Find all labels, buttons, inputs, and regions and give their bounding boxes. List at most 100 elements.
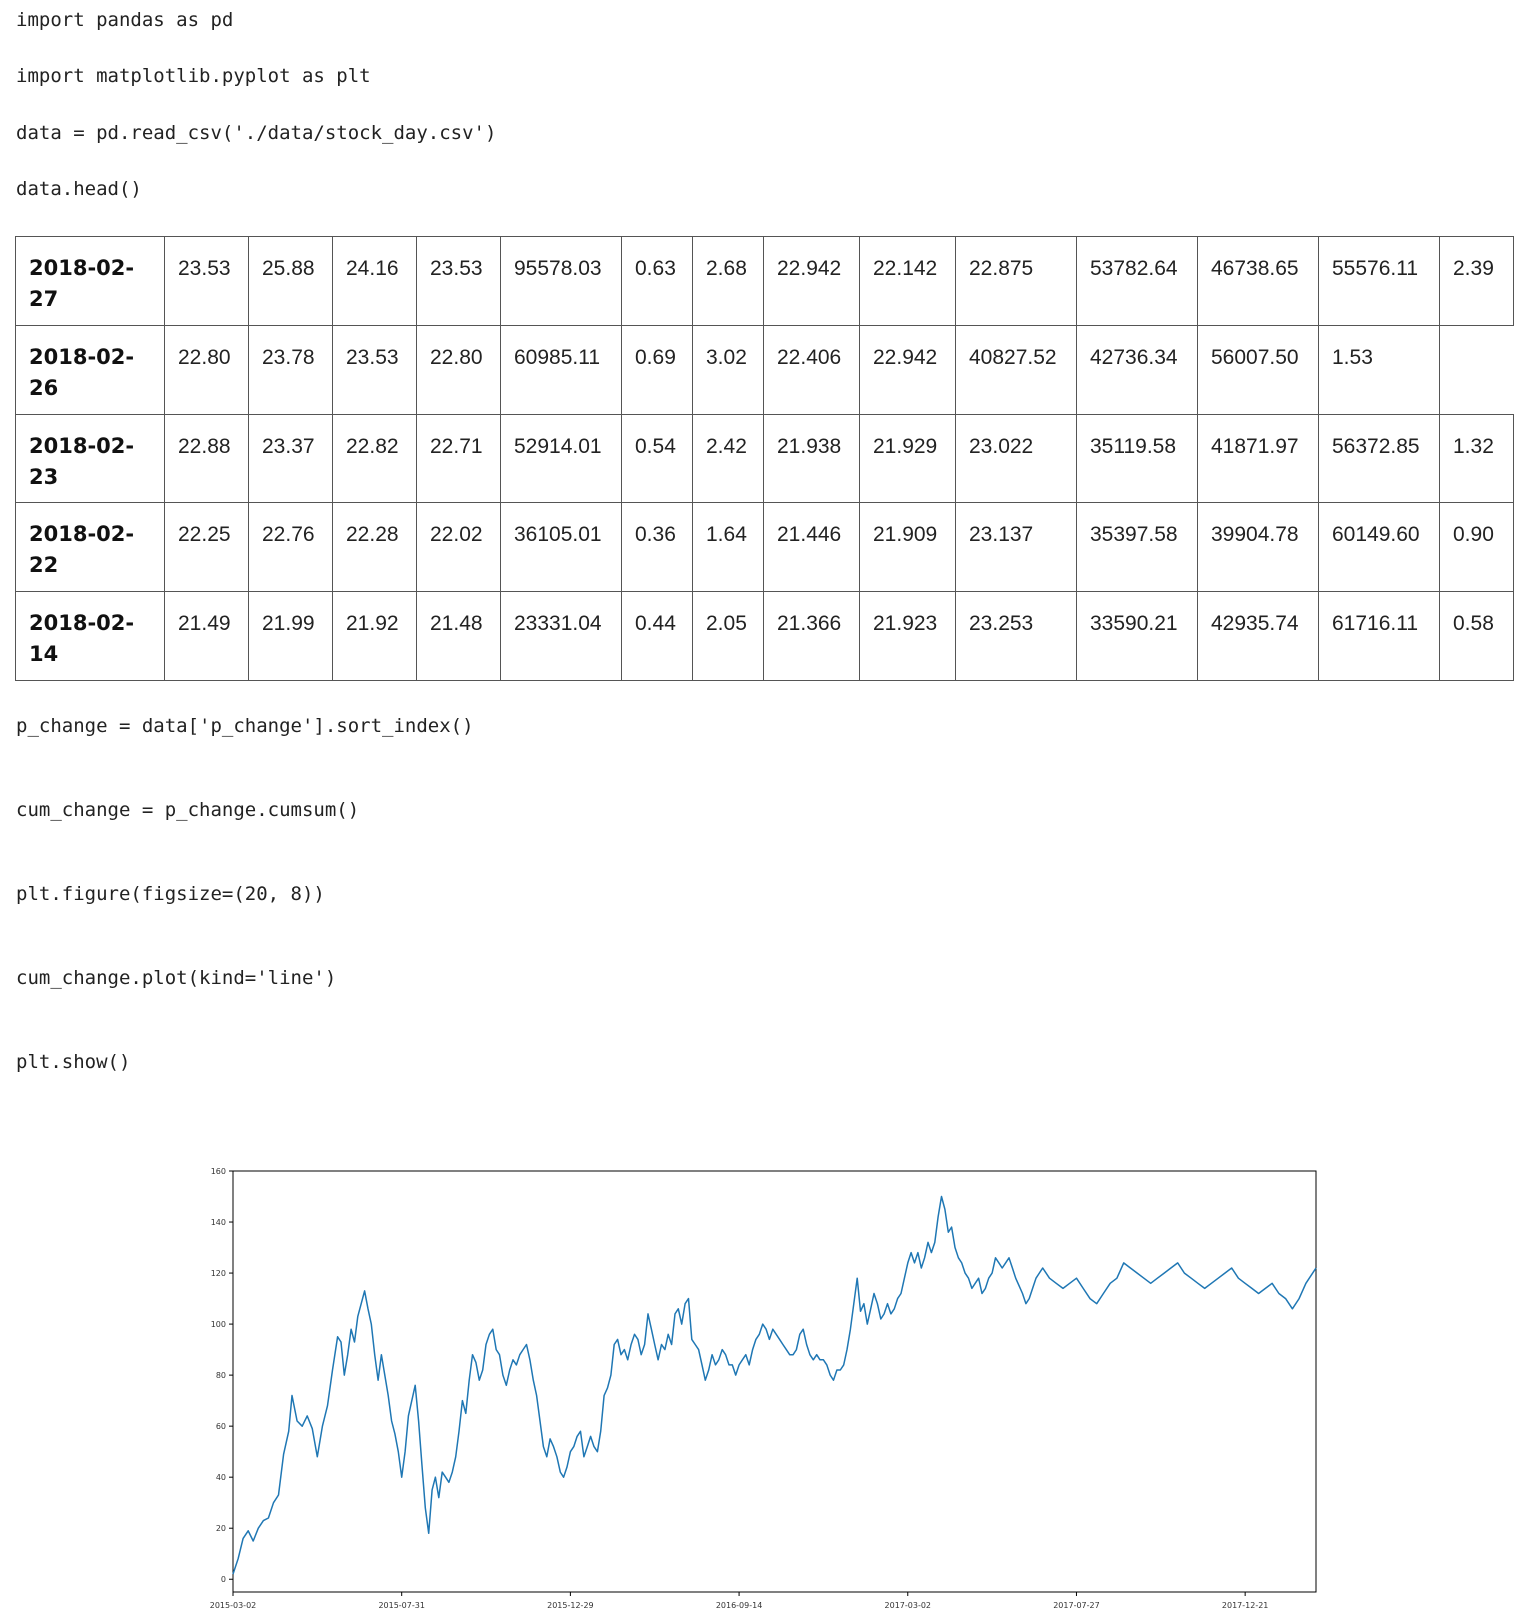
table-cell: 56372.85 xyxy=(1318,413,1440,504)
table-cell: 0.44 xyxy=(621,591,693,681)
table-cell: 0.36 xyxy=(621,502,693,593)
table-row: 2018-02-26 22.80 23.78 23.53 22.80 60985.11 0.… xyxy=(15,324,1514,415)
code-line-read-csv: data = pd.read_csv('./data/stock_day.csv… xyxy=(16,122,497,144)
table-cell: 22.80 xyxy=(164,324,249,415)
x-tick-label: 2016-09-14 xyxy=(716,1601,763,1610)
table-cell: 22.71 xyxy=(416,413,501,504)
table-cell: 2.39 xyxy=(1439,236,1514,326)
table-cell: 21.938 xyxy=(763,413,860,504)
table-cell: 23.53 xyxy=(416,236,501,326)
x-tick-label: 2015-07-31 xyxy=(378,1601,425,1610)
table-cell: 0.90 xyxy=(1439,502,1514,593)
table-cell: 21.48 xyxy=(416,591,501,681)
table-cell: 1.53 xyxy=(1318,324,1440,415)
table-cell: 22.406 xyxy=(763,324,860,415)
table-cell: 1.32 xyxy=(1439,413,1514,504)
cumulative-change-line-chart: 0 20 40 60 80 100 120 140 160 2015-03-02 2015-07-… xyxy=(210,1167,1317,1610)
table-cell: 56007.50 xyxy=(1197,324,1319,415)
table-cell: 22.02 xyxy=(416,502,501,593)
code-line-show: plt.show() xyxy=(16,1051,131,1073)
table-cell: 22.875 xyxy=(955,236,1077,326)
code-line-import-pandas: import pandas as pd xyxy=(16,9,234,31)
table-cell: 22.88 xyxy=(164,413,249,504)
y-tick-label: 100 xyxy=(211,1320,226,1329)
table-cell: 60149.60 xyxy=(1318,502,1440,593)
series-line-cum-change xyxy=(232,1195,1317,1575)
table-cell: 23.53 xyxy=(164,236,249,326)
table-cell: 42935.74 xyxy=(1197,591,1319,681)
x-tick-label: 2017-12-21 xyxy=(1222,1601,1269,1610)
table-cell: 25.88 xyxy=(248,236,333,326)
code-line-data-head: data.head() xyxy=(16,178,142,200)
table-cell: 21.99 xyxy=(248,591,333,681)
table-row: 2018-02-27 23.53 25.88 24.16 23.53 95578.03 0.… xyxy=(15,236,1514,326)
table-cell: 0.63 xyxy=(621,236,693,326)
x-tick-label: 2017-07-27 xyxy=(1053,1601,1100,1610)
table-cell: 23.78 xyxy=(248,324,333,415)
table-cell: 36105.01 xyxy=(500,502,622,593)
table-cell: 23.253 xyxy=(955,591,1077,681)
table-cell: 42736.34 xyxy=(1076,324,1198,415)
table-cell: 21.366 xyxy=(763,591,860,681)
table-row: 2018-02-22 22.25 22.76 22.28 22.02 36105.01 0.… xyxy=(15,502,1514,593)
y-tick-label: 160 xyxy=(211,1167,226,1176)
y-tick-label: 40 xyxy=(216,1473,226,1482)
table-cell: 24.16 xyxy=(332,236,417,326)
y-tick-label: 20 xyxy=(216,1524,226,1533)
y-tick-label: 140 xyxy=(211,1218,226,1227)
table-cell: 2.42 xyxy=(692,413,764,504)
table-cell: 22.80 xyxy=(416,324,501,415)
table-cell: 21.49 xyxy=(164,591,249,681)
y-tick-label: 120 xyxy=(211,1269,226,1278)
table-cell: 41871.97 xyxy=(1197,413,1319,504)
table-row: 2018-02-14 21.49 21.99 21.92 21.48 23331.04 0.… xyxy=(15,591,1514,681)
table-row: 2018-02-23 22.88 23.37 22.82 22.71 52914.01 0.… xyxy=(15,413,1514,504)
y-axis: 0 20 40 60 80 100 120 140 160 xyxy=(211,1167,233,1584)
x-tick-label: 2015-12-29 xyxy=(547,1601,594,1610)
table-cell: 23.022 xyxy=(955,413,1077,504)
x-tick-label: 2017-03-02 xyxy=(885,1601,932,1610)
x-tick-label: 2015-03-02 xyxy=(210,1601,257,1610)
code-line-p-change: p_change = data['p_change'].sort_index() xyxy=(16,715,474,737)
table-cell: 1.64 xyxy=(692,502,764,593)
table-cell: 23331.04 xyxy=(500,591,622,681)
table-cell: 52914.01 xyxy=(500,413,622,504)
table-cell: 3.02 xyxy=(692,324,764,415)
table-cell: 23.137 xyxy=(955,502,1077,593)
table-cell: 0.69 xyxy=(621,324,693,415)
dataframe-table: 2018-02-27 23.53 25.88 24.16 23.53 95578.03 0.… xyxy=(15,236,1514,681)
table-cell: 39904.78 xyxy=(1197,502,1319,593)
table-cell: 21.929 xyxy=(859,413,956,504)
table-cell xyxy=(1439,324,1514,415)
table-cell: 22.28 xyxy=(332,502,417,593)
table-cell: 33590.21 xyxy=(1076,591,1198,681)
y-tick-label: 60 xyxy=(216,1422,226,1431)
series-layer xyxy=(232,1195,1317,1575)
row-index-label: 2018-02-26 xyxy=(15,324,165,415)
row-index-label: 2018-02-23 xyxy=(15,413,165,504)
code-line-cumsum: cum_change = p_change.cumsum() xyxy=(16,799,360,821)
table-cell: 46738.65 xyxy=(1197,236,1319,326)
table-cell: 22.25 xyxy=(164,502,249,593)
code-line-plot: cum_change.plot(kind='line') xyxy=(16,967,337,989)
table-cell: 22.942 xyxy=(763,236,860,326)
table-cell: 21.909 xyxy=(859,502,956,593)
table-cell: 95578.03 xyxy=(500,236,622,326)
row-index-label: 2018-02-14 xyxy=(15,591,165,681)
table-cell: 0.58 xyxy=(1439,591,1514,681)
y-tick-label: 80 xyxy=(216,1371,226,1380)
table-cell: 21.92 xyxy=(332,591,417,681)
table-cell: 21.923 xyxy=(859,591,956,681)
plot-area-frame xyxy=(232,1170,1317,1593)
table-cell: 22.82 xyxy=(332,413,417,504)
table-cell: 60985.11 xyxy=(500,324,622,415)
table-cell: 53782.64 xyxy=(1076,236,1198,326)
y-tick-label: 0 xyxy=(221,1575,226,1584)
code-line-import-matplotlib: import matplotlib.pyplot as plt xyxy=(16,65,371,87)
table-cell: 0.54 xyxy=(621,413,693,504)
table-cell: 35397.58 xyxy=(1076,502,1198,593)
x-axis: 2015-03-02 2015-07-31 2015-12-29 2016-09-14… xyxy=(210,1592,1269,1610)
table-cell: 22.76 xyxy=(248,502,333,593)
row-index-label: 2018-02-22 xyxy=(15,502,165,593)
table-cell: 35119.58 xyxy=(1076,413,1198,504)
